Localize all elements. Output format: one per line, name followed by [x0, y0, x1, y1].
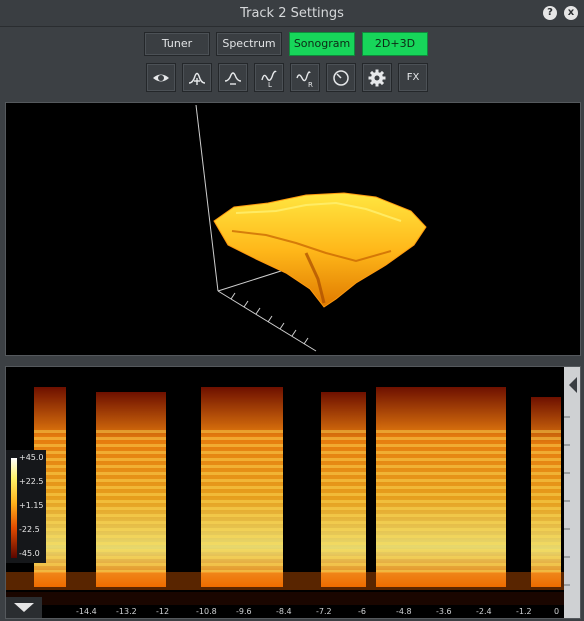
time-tick: -9.6 [236, 607, 252, 616]
spectrogram-image [6, 367, 564, 605]
time-tick: -6 [358, 607, 366, 616]
peak-down-button[interactable] [218, 63, 248, 92]
collapse-button[interactable] [6, 597, 42, 618]
colorbar-label: +45.0 [19, 453, 44, 462]
peak-down-icon [224, 72, 242, 85]
peak-up-button[interactable] [182, 63, 212, 92]
time-tick: -14.4 [76, 607, 97, 616]
wave-r-label: R [308, 81, 313, 88]
tuner-button[interactable]: Tuner [144, 32, 210, 56]
colorbar-label: +1.15 [19, 501, 44, 510]
colorbar-legend: +45.0 +22.5 +1.15 -22.5 -45.0 [6, 450, 46, 563]
surface-3d-plot [195, 104, 427, 352]
wave-l-label: L [268, 81, 272, 88]
triangle-left-icon [569, 377, 577, 393]
colorbar-label: -45.0 [19, 549, 40, 558]
colorbar-label: -22.5 [19, 525, 40, 534]
help-button[interactable]: ? [543, 6, 557, 20]
time-tick: -4.8 [396, 607, 412, 616]
time-tick: 0 [554, 607, 560, 616]
view-button[interactable] [146, 63, 176, 92]
wave-r-icon: R [296, 71, 313, 88]
time-tick: -8.4 [276, 607, 292, 616]
title-bar: Track 2 Settings ? x [0, 0, 584, 27]
wave-right-button[interactable]: R [290, 63, 320, 92]
peak-up-icon [188, 72, 206, 85]
sonogram-3d-view[interactable] [5, 102, 581, 356]
gear-icon [368, 69, 386, 87]
time-tick: -3.6 [436, 607, 452, 616]
wave-l-icon: L [261, 70, 277, 88]
time-tick: -12 [156, 607, 170, 616]
frequency-scale-marks [564, 377, 577, 586]
gauge-button[interactable] [326, 63, 356, 92]
time-tick: -13.2 [116, 607, 137, 616]
wave-left-button[interactable]: L [254, 63, 284, 92]
settings-button[interactable] [362, 63, 392, 92]
time-tick: -1.2 [516, 607, 532, 616]
colorbar-gradient [11, 458, 17, 558]
window-title: Track 2 Settings [240, 6, 344, 21]
gauge-icon [333, 70, 349, 86]
colorbar-label: +22.5 [19, 477, 44, 486]
frequency-scale [564, 367, 580, 618]
2d3d-button[interactable]: 2D+3D [362, 32, 428, 56]
close-button[interactable]: x [564, 6, 578, 20]
sonogram-2d-view[interactable]: +45.0 +22.5 +1.15 -22.5 -45.0 -14.4 -13.… [5, 366, 581, 619]
triangle-down-icon [14, 603, 34, 612]
sonogram-button[interactable]: Sonogram [289, 32, 355, 56]
time-tick: -7.2 [316, 607, 332, 616]
spectrum-button[interactable]: Spectrum [216, 32, 282, 56]
fx-button[interactable]: FX [398, 63, 428, 92]
time-tick: -2.4 [476, 607, 492, 616]
time-tick: -10.8 [196, 607, 217, 616]
eye-icon [153, 74, 169, 82]
